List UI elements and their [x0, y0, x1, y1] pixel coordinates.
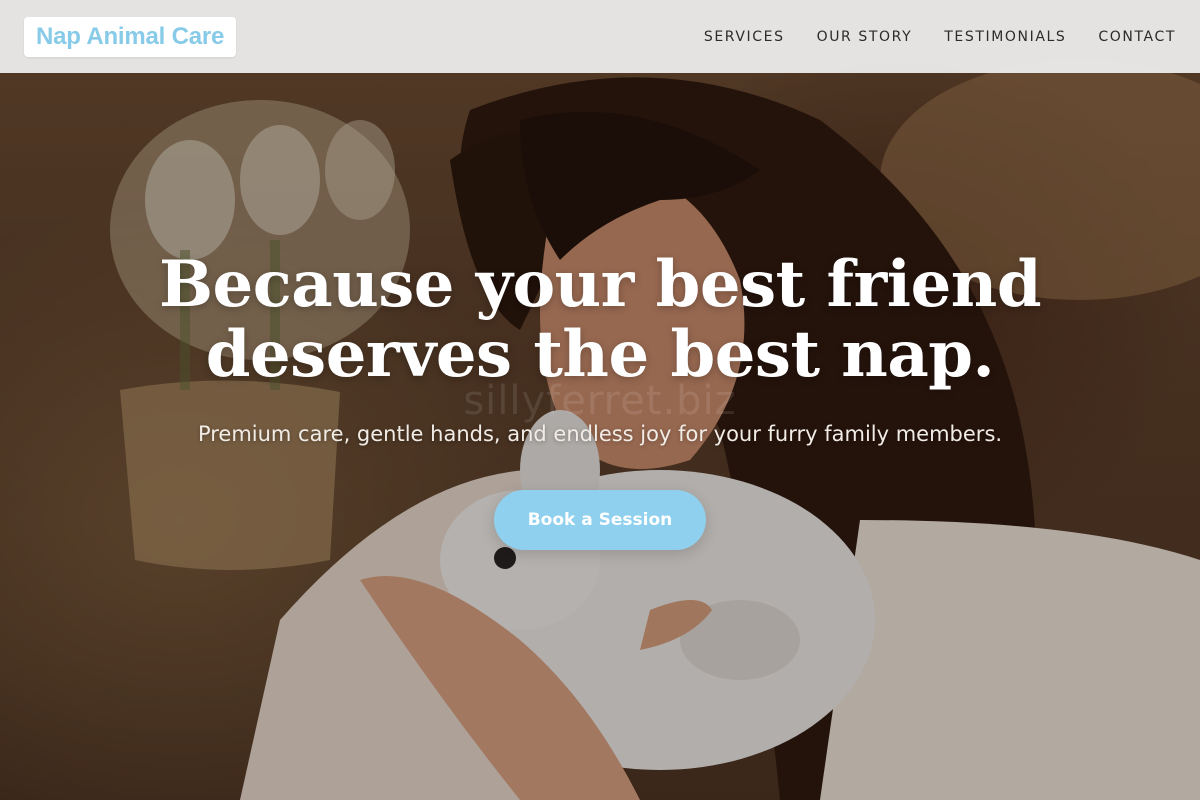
nav-link-contact[interactable]: CONTACT: [1098, 27, 1176, 47]
watermark-text: sillyferret.biz: [463, 378, 737, 424]
hero-subheadline: Premium care, gentle hands, and endless …: [197, 422, 1003, 446]
brand-logo[interactable]: Nap Animal Care: [24, 16, 237, 57]
headline-line-1: Because your best friend: [158, 247, 1042, 322]
book-session-button[interactable]: Book a Session: [494, 490, 706, 550]
main-nav: SERVICES OUR STORY TESTIMONIALS CONTACT: [672, 27, 1176, 47]
site-header: Nap Animal Care SERVICES OUR STORY TESTI…: [0, 0, 1200, 73]
nav-link-services[interactable]: SERVICES: [704, 27, 785, 47]
hero-headline: Because your best friend deserves the be…: [100, 250, 1100, 390]
hero-section: Because your best friend deserves the be…: [0, 0, 1200, 800]
nav-link-testimonials[interactable]: TESTIMONIALS: [944, 27, 1066, 47]
nav-link-our-story[interactable]: OUR STORY: [817, 27, 913, 47]
